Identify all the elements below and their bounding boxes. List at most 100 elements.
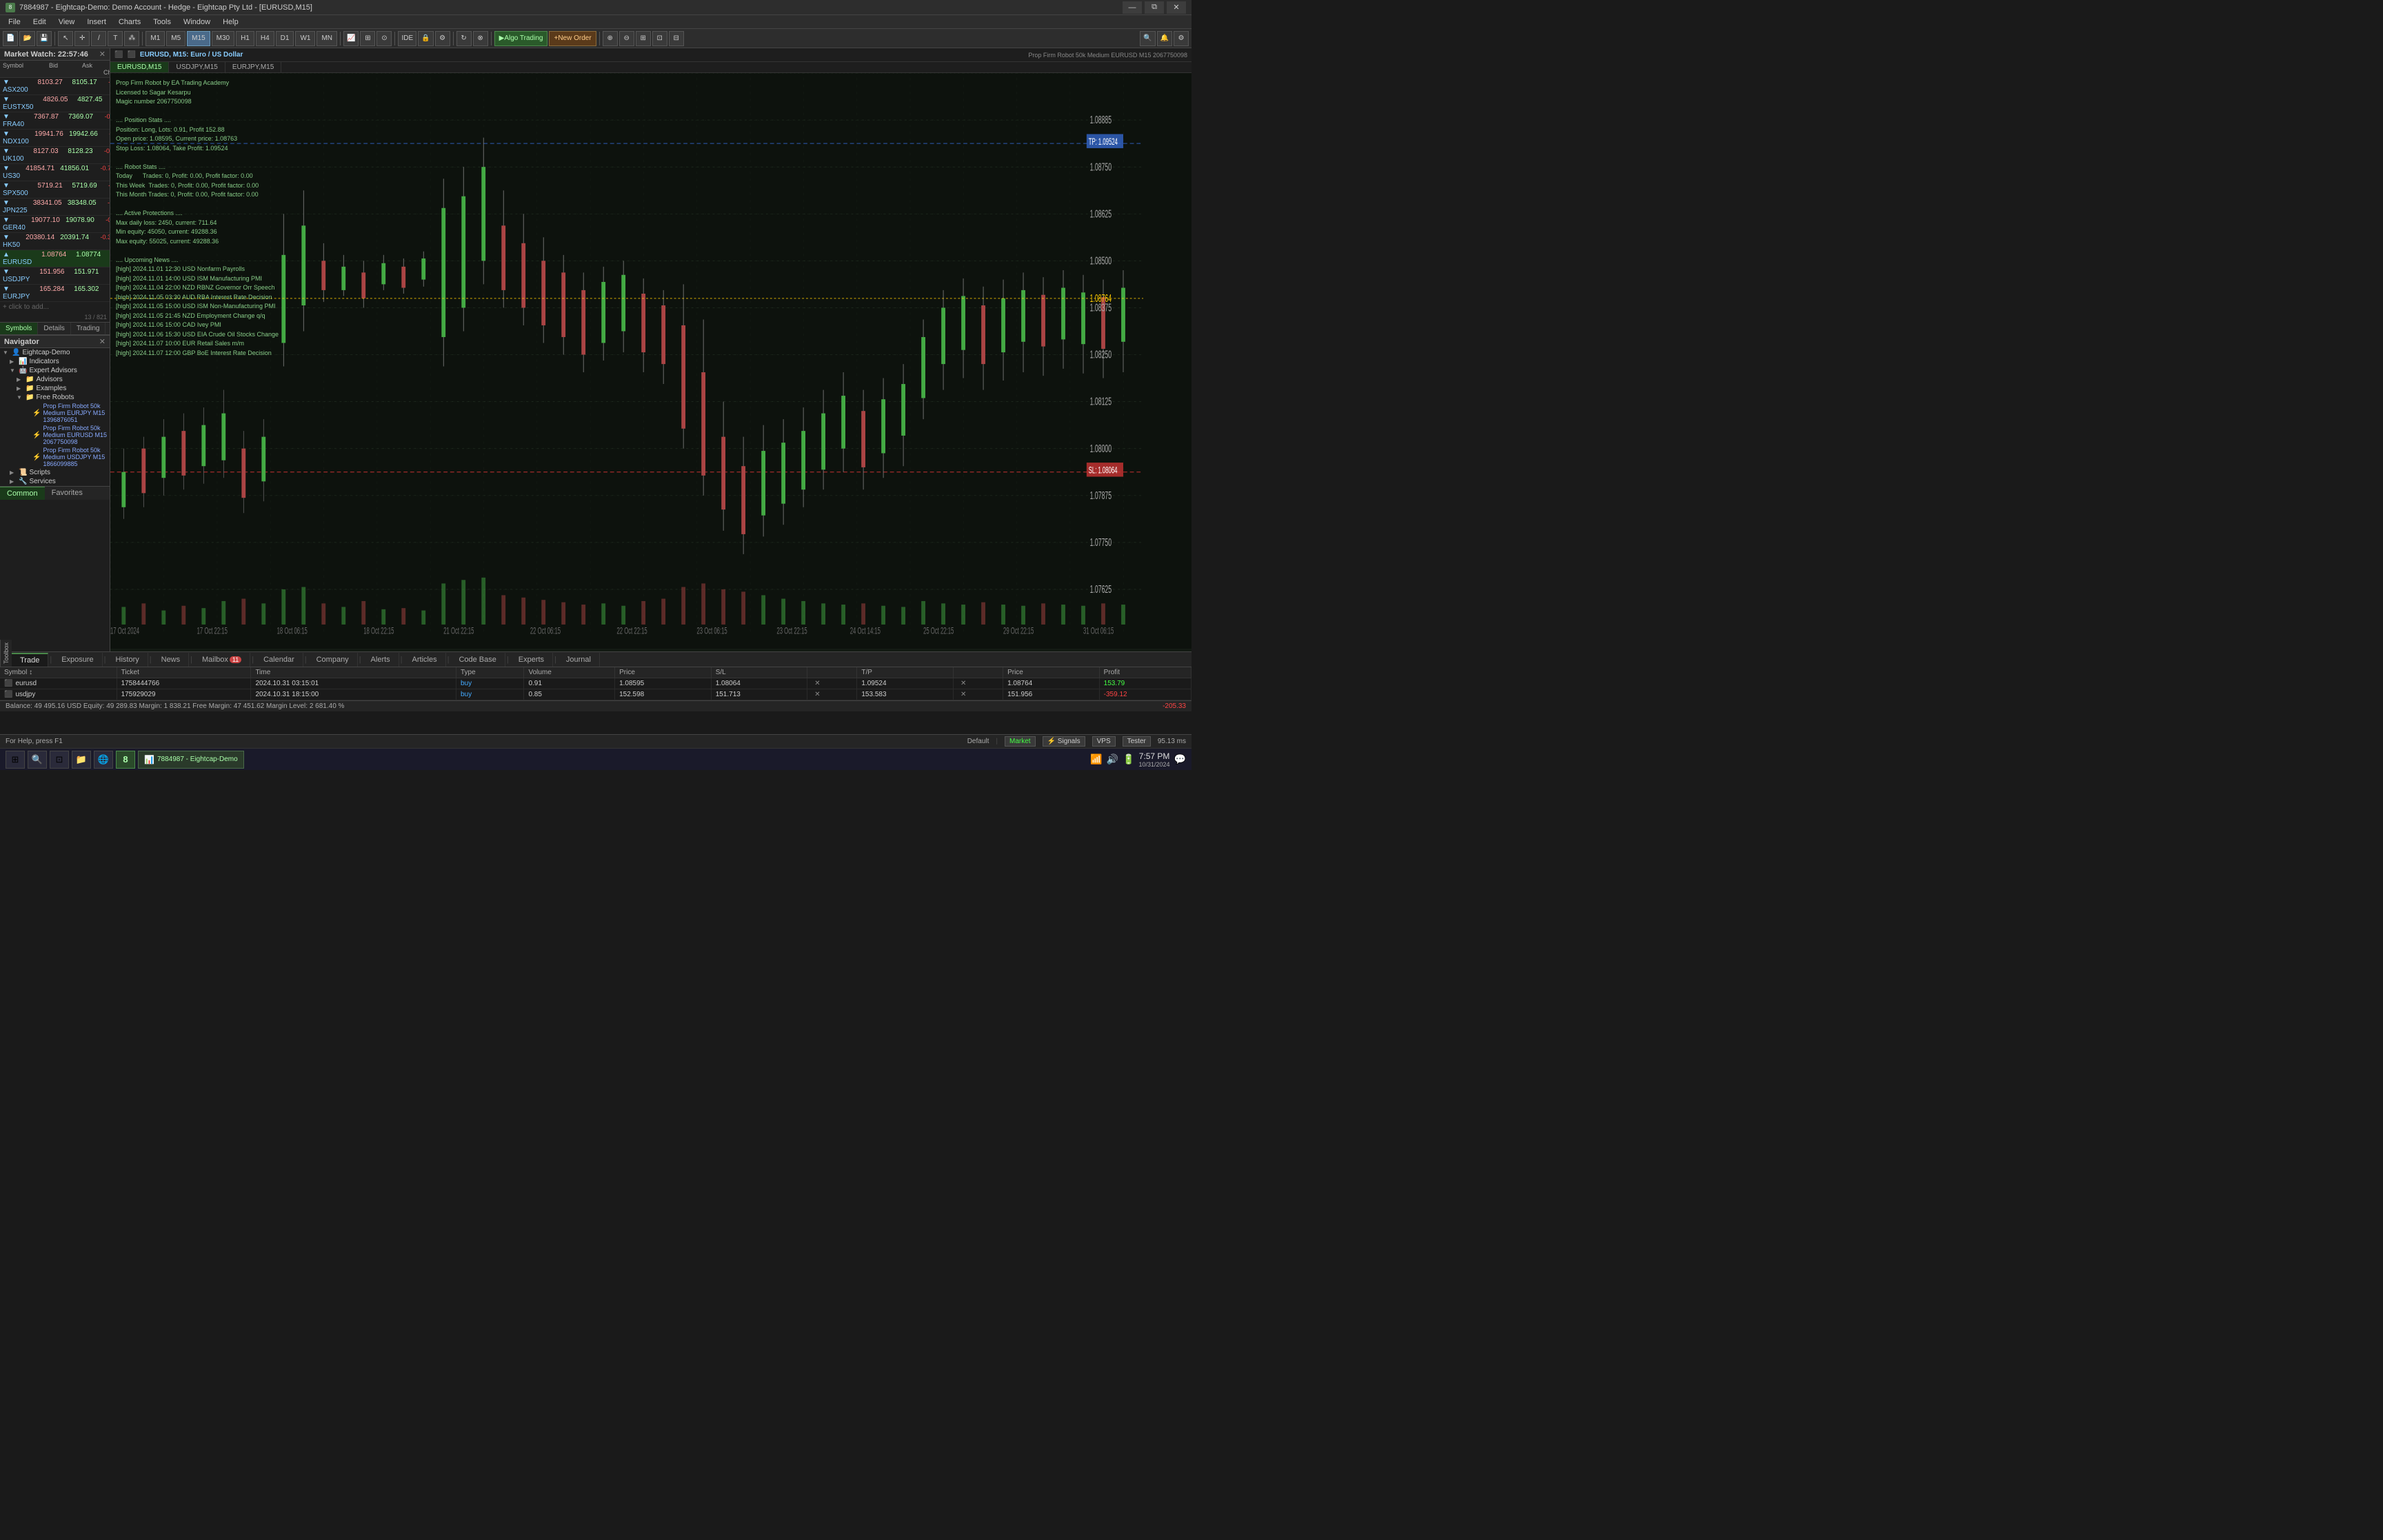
th-ticket[interactable]: Ticket	[117, 667, 251, 678]
th-symbol[interactable]: Symbol ↕	[0, 667, 117, 678]
toolbar-period[interactable]: ⊙	[376, 31, 392, 46]
toolbar-indicators[interactable]: 📈	[343, 31, 359, 46]
term-tab-trade[interactable]: Trade	[12, 653, 48, 667]
toolbar-fibo[interactable]: ⁂	[124, 31, 139, 46]
mw-row-jpn225[interactable]: ▼ JPN22538341.0538348.05-2.35%	[0, 199, 110, 216]
tree-robot-eurjpy[interactable]: ⚡Prop Firm Robot 50k Medium EURJPY M15 1…	[0, 402, 110, 424]
toolbar-grid[interactable]: ⊟	[669, 31, 684, 46]
wifi-icon[interactable]: 📶	[1090, 753, 1102, 765]
term-tab-company[interactable]: Company	[308, 653, 358, 667]
tree-advisors[interactable]: ▶📁Advisors	[0, 375, 110, 384]
tf-m15[interactable]: M15	[187, 31, 210, 46]
tf-m5[interactable]: M5	[166, 31, 185, 46]
menu-tools[interactable]: Tools	[148, 17, 177, 28]
tf-h1[interactable]: H1	[236, 31, 254, 46]
toolbar-line[interactable]: /	[91, 31, 106, 46]
tree-scripts[interactable]: ▶📜Scripts	[0, 468, 110, 477]
sym-tab-details[interactable]: Details	[38, 323, 71, 334]
toolbar-templates[interactable]: ⊞	[360, 31, 375, 46]
navigator-close-btn[interactable]: ✕	[99, 337, 105, 346]
menu-charts[interactable]: Charts	[113, 17, 146, 28]
chart-tab-eurusd[interactable]: EURUSD,M15	[110, 62, 169, 72]
sym-tab-symbols[interactable]: Symbols	[0, 323, 38, 334]
term-tab-history[interactable]: History	[108, 653, 148, 667]
toolbar-crosshair[interactable]: ✛	[74, 31, 90, 46]
toolbar-auto-scroll[interactable]: ⊞	[636, 31, 651, 46]
toolbox-label[interactable]: Toolbox	[0, 640, 12, 667]
term-tab-mailbox[interactable]: Mailbox 11	[194, 653, 250, 667]
mw-row-usdjpy[interactable]: ▼ USDJPY151.956151.971-0.94%	[0, 267, 110, 285]
tree-examples[interactable]: ▶📁Examples	[0, 384, 110, 393]
browser-btn[interactable]: 🌐	[94, 751, 113, 769]
status-signals-btn[interactable]: ⚡ Signals	[1043, 736, 1085, 747]
menu-insert[interactable]: Insert	[81, 17, 112, 28]
chart-tab-eurjpy[interactable]: EURJPY,M15	[225, 62, 281, 72]
close-button[interactable]: ✕	[1167, 1, 1186, 14]
task-view-btn[interactable]: ⊡	[50, 751, 69, 769]
trade-row-usdjpy[interactable]: ⬛usdjpy 175929029 2024.10.31 18:15:00 bu…	[0, 689, 1192, 700]
toolbar-new[interactable]: 📄	[3, 31, 18, 46]
term-tab-journal[interactable]: Journal	[558, 653, 600, 667]
toolbar-compile[interactable]: ⚙	[435, 31, 450, 46]
mw-row-eustx50[interactable]: ▼ EUSTX504826.054827.45-1.04%	[0, 95, 110, 112]
toolbar-ide[interactable]: IDE	[398, 31, 416, 46]
tree-robot-usdjpy[interactable]: ⚡Prop Firm Robot 50k Medium USDJPY M15 1…	[0, 446, 110, 468]
tree-account[interactable]: ▼👤Eightcap-Demo	[0, 348, 110, 357]
th-price-cur[interactable]: Price	[1003, 667, 1100, 678]
toolbar-lock[interactable]: 🔒	[418, 31, 433, 46]
mw-row-asx200[interactable]: ▼ ASX2008103.278105.17-0.86%	[0, 78, 110, 95]
mw-row-eurusd[interactable]: ▲ EURUSD1.087641.087740.20%	[0, 250, 110, 267]
term-tab-exposure[interactable]: Exposure	[53, 653, 102, 667]
term-tab-codebase[interactable]: Code Base	[450, 653, 505, 667]
menu-view[interactable]: View	[53, 17, 81, 28]
sym-tab-trading[interactable]: Trading	[71, 323, 106, 334]
toolbar-text[interactable]: T	[108, 31, 123, 46]
term-tab-alerts[interactable]: Alerts	[363, 653, 399, 667]
toolbar-settings2[interactable]: ⚙	[1174, 31, 1189, 46]
trade-sl-close-eurusd[interactable]: ✕	[807, 678, 857, 689]
minimize-button[interactable]: —	[1123, 1, 1142, 14]
menu-edit[interactable]: Edit	[28, 17, 52, 28]
new-order-button[interactable]: + New Order	[549, 31, 596, 46]
toolbar-open[interactable]: 📂	[19, 31, 34, 46]
taskbar-metatrader[interactable]: 📊 7884987 - Eightcap-Demo	[138, 751, 244, 769]
toolbar-search[interactable]: 🔍	[1140, 31, 1155, 46]
restore-button[interactable]: ⧉	[1145, 1, 1164, 14]
menu-window[interactable]: Window	[178, 17, 216, 28]
term-tab-experts[interactable]: Experts	[510, 653, 553, 667]
th-tp[interactable]: T/P	[857, 667, 954, 678]
taskbar-clock[interactable]: 7:57 PM 10/31/2024	[1139, 751, 1170, 768]
toolbar-chart-refresh[interactable]: ↻	[456, 31, 472, 46]
tf-w1[interactable]: W1	[295, 31, 315, 46]
volume-icon[interactable]: 🔊	[1107, 753, 1118, 765]
term-tab-news[interactable]: News	[153, 653, 190, 667]
tree-indicators[interactable]: ▶📊Indicators	[0, 357, 110, 366]
mw-row-fra40[interactable]: ▼ FRA407367.877369.07-0.93%	[0, 112, 110, 130]
mw-row-ger40[interactable]: ▼ GER4019077.1019078.90-0.83%	[0, 216, 110, 233]
tf-mn[interactable]: MN	[316, 31, 337, 46]
toolbar-zoom-in[interactable]: ⊕	[603, 31, 618, 46]
menu-help[interactable]: Help	[217, 17, 244, 28]
mw-row-eurjpy[interactable]: ▼ EURJPY165.284165.302-0.74%	[0, 285, 110, 302]
mw-add-symbol[interactable]: + click to add...	[0, 302, 110, 312]
metatrader-btn[interactable]: 8	[116, 751, 135, 769]
toolbar-notifications[interactable]: 🔔	[1157, 31, 1172, 46]
battery-icon[interactable]: 🔋	[1123, 753, 1134, 765]
mw-row-ndx100[interactable]: ▼ NDX10019941.7619942.66-2.17%	[0, 130, 110, 147]
th-sl[interactable]: S/L	[711, 667, 807, 678]
mw-row-spx500[interactable]: ▼ SPX5005719.215719.69-1.62%	[0, 181, 110, 199]
trade-tp-close-eurusd[interactable]: ✕	[953, 678, 1003, 689]
algo-trading-button[interactable]: ▶ Algo Trading	[494, 31, 548, 46]
notification-icon[interactable]: 💬	[1174, 753, 1186, 765]
th-price[interactable]: Price	[615, 667, 712, 678]
tree-expert-advisors[interactable]: ▼🤖Expert Advisors	[0, 366, 110, 375]
mw-row-uk100[interactable]: ▼ UK1008127.038128.23-0.39%	[0, 147, 110, 164]
toolbar-cursor[interactable]: ↖	[58, 31, 73, 46]
explorer-btn[interactable]: 📁	[72, 751, 91, 769]
common-tab-favorites[interactable]: Favorites	[45, 487, 90, 500]
tf-d1[interactable]: D1	[276, 31, 294, 46]
tf-m30[interactable]: M30	[212, 31, 234, 46]
toolbar-zoom-out[interactable]: ⊖	[619, 31, 634, 46]
trade-tp-close-usdjpy[interactable]: ✕	[953, 689, 1003, 700]
th-time[interactable]: Time	[251, 667, 456, 678]
